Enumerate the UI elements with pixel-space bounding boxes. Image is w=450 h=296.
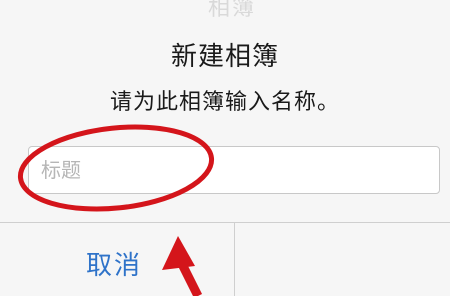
album-title-input[interactable] <box>28 146 440 194</box>
new-album-dialog: 相簿 新建相簿 请为此相簿输入名称。 取消 <box>0 0 450 296</box>
cancel-button[interactable]: 取消 <box>0 223 234 296</box>
background-title: 相簿 <box>208 0 257 21</box>
dialog-title: 新建相簿 <box>170 42 279 72</box>
cancel-button-label: 取消 <box>86 251 143 281</box>
dialog-message: 请为此相簿输入名称。 <box>109 90 340 115</box>
save-button[interactable] <box>235 223 450 296</box>
